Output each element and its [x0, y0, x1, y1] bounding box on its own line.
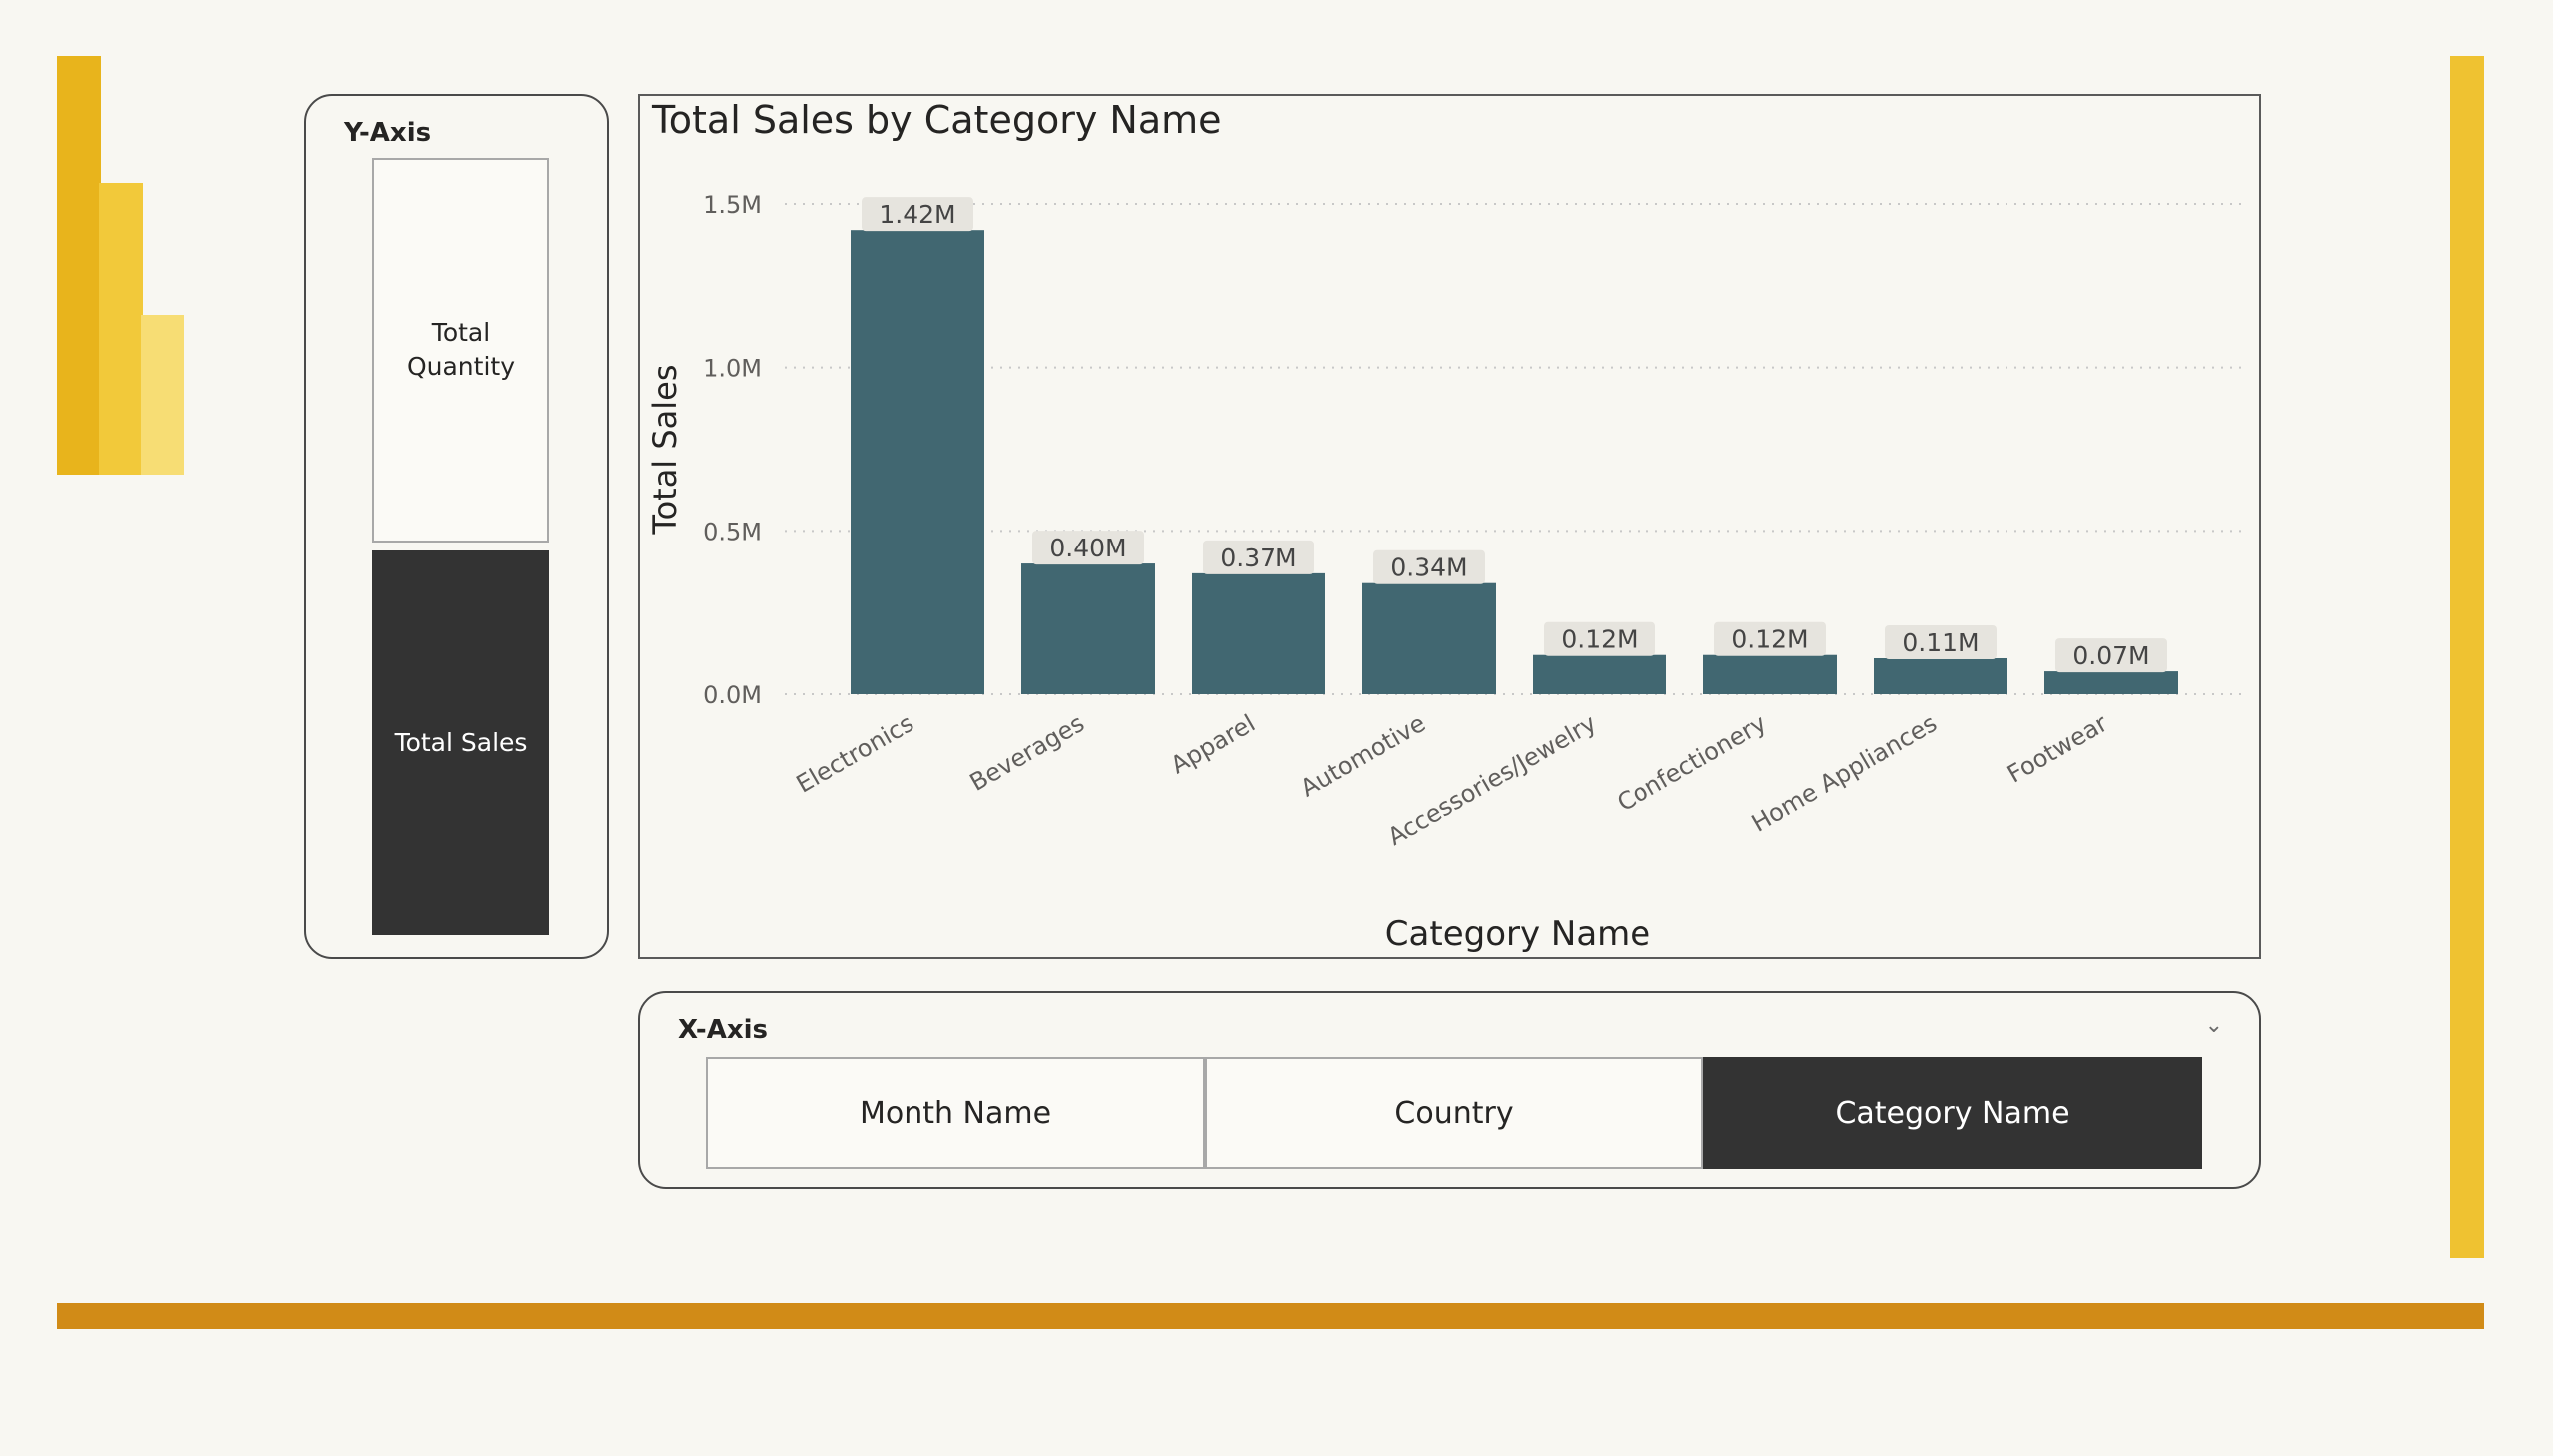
x-tick-label: Home Appliances — [1747, 709, 1942, 838]
x-option-label: Month Name — [859, 1095, 1052, 1131]
bar — [1874, 657, 2007, 694]
data-label: 0.12M — [1561, 625, 1638, 654]
bar — [1362, 582, 1496, 694]
bottom-accent-bar — [57, 1303, 2484, 1329]
y-option-label: Total Quantity — [406, 318, 516, 381]
powerbi-logo — [57, 56, 184, 475]
y-axis-slicer: Y-Axis Total Quantity Total Sales — [304, 94, 609, 959]
x-tick-label: Apparel — [1166, 709, 1260, 779]
logo-bar-short — [141, 315, 184, 475]
x-option-label: Country — [1394, 1095, 1514, 1131]
bar — [2044, 671, 2178, 694]
bar — [1533, 654, 1666, 694]
bar — [1703, 654, 1837, 694]
data-label: 0.40M — [1049, 534, 1126, 562]
x-tick-label: Beverages — [965, 709, 1089, 797]
y-option-total-sales[interactable]: Total Sales — [372, 550, 549, 935]
data-label: 0.11M — [1902, 628, 1979, 657]
data-label: 0.37M — [1220, 544, 1296, 572]
x-option-label: Category Name — [1835, 1095, 2070, 1131]
y-tick-label: 1.5M — [703, 191, 762, 219]
x-tick-label: Automotive — [1296, 709, 1430, 803]
bar — [1192, 572, 1325, 694]
data-label: 0.34M — [1390, 553, 1467, 582]
x-option-country[interactable]: Country — [1205, 1057, 1703, 1169]
sales-chart-visual[interactable]: Total Sales by Category Name 0.0M 0.5M 1.0… — [638, 94, 2261, 959]
y-axis-title: Total Sales — [646, 364, 684, 535]
x-tick-label: Confectionery — [1613, 709, 1771, 817]
y-option-label: Total Sales — [394, 728, 528, 757]
x-option-month-name[interactable]: Month Name — [706, 1057, 1205, 1169]
bar — [851, 230, 984, 695]
y-tick-label: 0.0M — [703, 681, 762, 709]
x-option-category-name[interactable]: Category Name — [1703, 1057, 2202, 1169]
x-axis-options: Month Name Country Category Name — [706, 1057, 2202, 1169]
logo-bar-tall — [57, 56, 101, 475]
data-label: 0.12M — [1731, 625, 1808, 654]
logo-bar-medium — [99, 183, 143, 475]
data-label: 1.42M — [879, 200, 955, 229]
data-label: 0.07M — [2072, 641, 2149, 670]
chevron-down-icon[interactable]: ⌄ — [2205, 1013, 2223, 1038]
x-axis-title: Category Name — [1385, 914, 1650, 954]
x-tick-label: Electronics — [792, 709, 918, 799]
y-axis-slicer-title: Y-Axis — [344, 118, 432, 148]
x-axis-slicer: X-Axis ⌄ Month Name Country Category Nam… — [638, 991, 2261, 1189]
y-tick-label: 1.0M — [703, 355, 762, 383]
y-option-total-quantity[interactable]: Total Quantity — [372, 158, 549, 543]
bar — [1021, 563, 1155, 694]
bar-chart: 0.0M 0.5M 1.0M 1.5M Total Sales Category Name… — [646, 191, 2246, 954]
right-accent-bar — [2450, 56, 2484, 1258]
x-axis-slicer-title: X-Axis — [678, 1015, 768, 1045]
y-tick-label: 0.5M — [703, 518, 762, 546]
x-tick-label: Footwear — [2003, 709, 2112, 789]
